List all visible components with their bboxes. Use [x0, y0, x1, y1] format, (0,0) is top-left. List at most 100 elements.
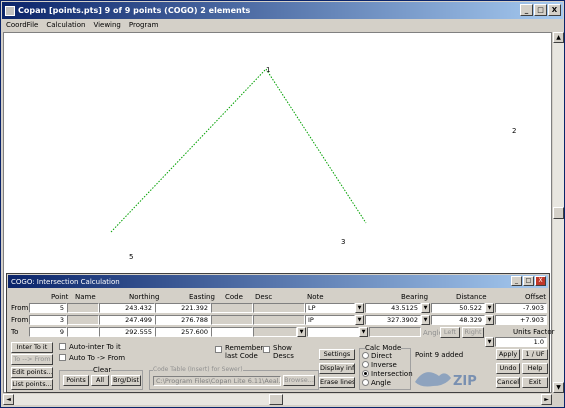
cancel-button[interactable]: Cancel — [496, 377, 520, 388]
browse-button[interactable]: Browse... — [283, 375, 315, 386]
from2-code-field — [211, 315, 253, 325]
erase-lines-button[interactable]: Erase lines — [319, 377, 355, 388]
to-point-input[interactable]: 9 — [29, 327, 67, 337]
vertical-scroll-thumb[interactable] — [553, 207, 564, 219]
calc-mode-intersection-label: Intersection — [371, 370, 413, 378]
units-factor-input[interactable]: 1.0 — [495, 337, 547, 347]
header-name: Name — [75, 293, 96, 301]
auto-to-from-checkbox[interactable] — [59, 354, 66, 361]
from2-bearing-input[interactable]: 327.3902 — [365, 315, 421, 325]
to-desc-dropdown-icon[interactable]: ▼ — [297, 327, 306, 337]
calc-mode-inverse-label: Inverse — [371, 361, 397, 369]
point-1-label[interactable]: 1 — [266, 66, 270, 74]
vertical-scrollbar[interactable]: ▲ ▼ — [553, 32, 564, 393]
to-from-button[interactable]: To --> From — [11, 354, 53, 365]
close-button[interactable]: X — [548, 4, 561, 16]
header-distance: Distance — [456, 293, 487, 301]
auto-inter-checkbox[interactable] — [59, 343, 66, 350]
header-offset: Offset — [525, 293, 547, 301]
show-descs-label: Show Descs — [273, 344, 294, 360]
calc-mode-inverse-radio[interactable] — [362, 361, 369, 368]
point-2-label[interactable]: 2 — [512, 127, 516, 135]
line-5-1 — [110, 68, 267, 233]
from1-desc-field — [253, 303, 305, 313]
calc-mode-intersection-radio[interactable] — [362, 370, 369, 377]
auto-inter-label: Auto-inter To it — [69, 343, 121, 351]
calc-mode-angle-radio[interactable] — [362, 379, 369, 386]
from1-point-input[interactable]: 5 — [29, 303, 67, 313]
from2-bearing-dropdown-icon[interactable]: ▼ — [421, 315, 430, 325]
to-note-input[interactable] — [307, 327, 359, 337]
calc-mode-angle-label: Angle — [371, 379, 391, 387]
intersection-dialog: COGO: Intersection Calculation _ □ X Poi… — [6, 273, 555, 393]
from2-easting-field: 276.788 — [155, 315, 211, 325]
minimize-button[interactable]: _ — [520, 4, 533, 16]
code-table-path: C:\Program Files\Copan Lite 6.11\Aeal.cg… — [153, 376, 281, 386]
scroll-right-icon[interactable]: ► — [541, 394, 552, 405]
from1-note-dropdown-icon[interactable]: ▼ — [355, 303, 364, 313]
from2-point-input[interactable]: 3 — [29, 315, 67, 325]
from2-offset-input[interactable]: +7.903 — [495, 315, 547, 325]
dialog-maximize-button[interactable]: □ — [523, 276, 534, 286]
from2-note-dropdown-icon[interactable]: ▼ — [355, 315, 364, 325]
from1-distance-input[interactable]: 50.522 — [431, 303, 485, 313]
to-name-input[interactable] — [67, 327, 99, 337]
scroll-down-icon[interactable]: ▼ — [553, 382, 564, 393]
menu-bar: CoordFile Calculation Viewing Program — [2, 19, 563, 31]
edit-points-button[interactable]: Edit points... — [11, 367, 53, 378]
point-5-label[interactable]: 5 — [129, 253, 133, 261]
left-button[interactable]: Left — [440, 327, 460, 338]
settings-button[interactable]: Settings — [319, 349, 355, 360]
status-text: Point 9 added — [415, 351, 464, 359]
units-factor-dropdown-icon[interactable]: ▼ — [485, 337, 494, 347]
row-from-1-label: From — [11, 304, 29, 312]
clear-all-button[interactable]: All — [91, 375, 109, 386]
dialog-close-button[interactable]: X — [535, 276, 546, 286]
from1-note-field[interactable]: LP — [305, 303, 355, 313]
menu-coordfile[interactable]: CoordFile — [6, 21, 38, 29]
from1-distance-dropdown-icon[interactable]: ▼ — [485, 303, 494, 313]
help-button[interactable]: Help — [522, 363, 548, 374]
window-title: Copan [points.pts] 9 of 9 points (COGO) … — [18, 6, 251, 15]
list-points-button[interactable]: List points... — [11, 379, 53, 390]
maximize-button[interactable]: □ — [534, 4, 547, 16]
display-info-button[interactable]: Display info — [319, 363, 355, 374]
horizontal-scrollbar[interactable]: ◄ ► — [3, 394, 552, 405]
app-icon — [5, 5, 15, 16]
inter-to-it-button[interactable]: Inter To it — [11, 342, 53, 353]
from1-code-field — [211, 303, 253, 313]
clear-brg-dist-button[interactable]: Brg/Dist — [111, 375, 141, 386]
point-3-label[interactable]: 3 — [341, 238, 345, 246]
dialog-minimize-button[interactable]: _ — [511, 276, 522, 286]
calc-mode-direct-radio[interactable] — [362, 352, 369, 359]
menu-viewing[interactable]: Viewing — [93, 21, 120, 29]
exit-button[interactable]: Exit — [522, 377, 548, 388]
one-over-uf-button[interactable]: 1 / UF — [522, 349, 548, 360]
from1-bearing-dropdown-icon[interactable]: ▼ — [421, 303, 430, 313]
to-code-input[interactable] — [211, 327, 253, 337]
from2-note-field[interactable]: IP — [305, 315, 355, 325]
from2-distance-input[interactable]: 48.329 — [431, 315, 485, 325]
to-note-dropdown-icon[interactable]: ▼ — [359, 327, 368, 337]
from2-distance-dropdown-icon[interactable]: ▼ — [485, 315, 494, 325]
menu-calculation[interactable]: Calculation — [46, 21, 85, 29]
from1-offset-input[interactable]: -7.903 — [495, 303, 547, 313]
undo-button[interactable]: Undo — [496, 363, 520, 374]
svg-text:ZIP: ZIP — [453, 374, 477, 389]
clear-points-button[interactable]: Points — [63, 375, 89, 386]
header-easting: Easting — [189, 293, 215, 301]
scroll-up-icon[interactable]: ▲ — [553, 32, 564, 43]
from1-easting-field: 221.392 — [155, 303, 211, 313]
right-button[interactable]: Right — [462, 327, 484, 338]
from1-bearing-input[interactable]: 43.5125 — [365, 303, 421, 313]
scroll-left-icon[interactable]: ◄ — [3, 394, 14, 405]
to-easting-field: 257.600 — [155, 327, 211, 337]
dialog-title: COGO: Intersection Calculation — [11, 277, 120, 286]
remember-code-checkbox[interactable] — [215, 346, 222, 353]
apply-button[interactable]: Apply — [496, 349, 520, 360]
row-to-label: To — [11, 328, 19, 336]
units-factor-label: Units Factor — [513, 328, 555, 336]
menu-program[interactable]: Program — [129, 21, 159, 29]
show-descs-checkbox[interactable] — [263, 346, 270, 353]
horizontal-scroll-thumb[interactable] — [269, 394, 283, 405]
